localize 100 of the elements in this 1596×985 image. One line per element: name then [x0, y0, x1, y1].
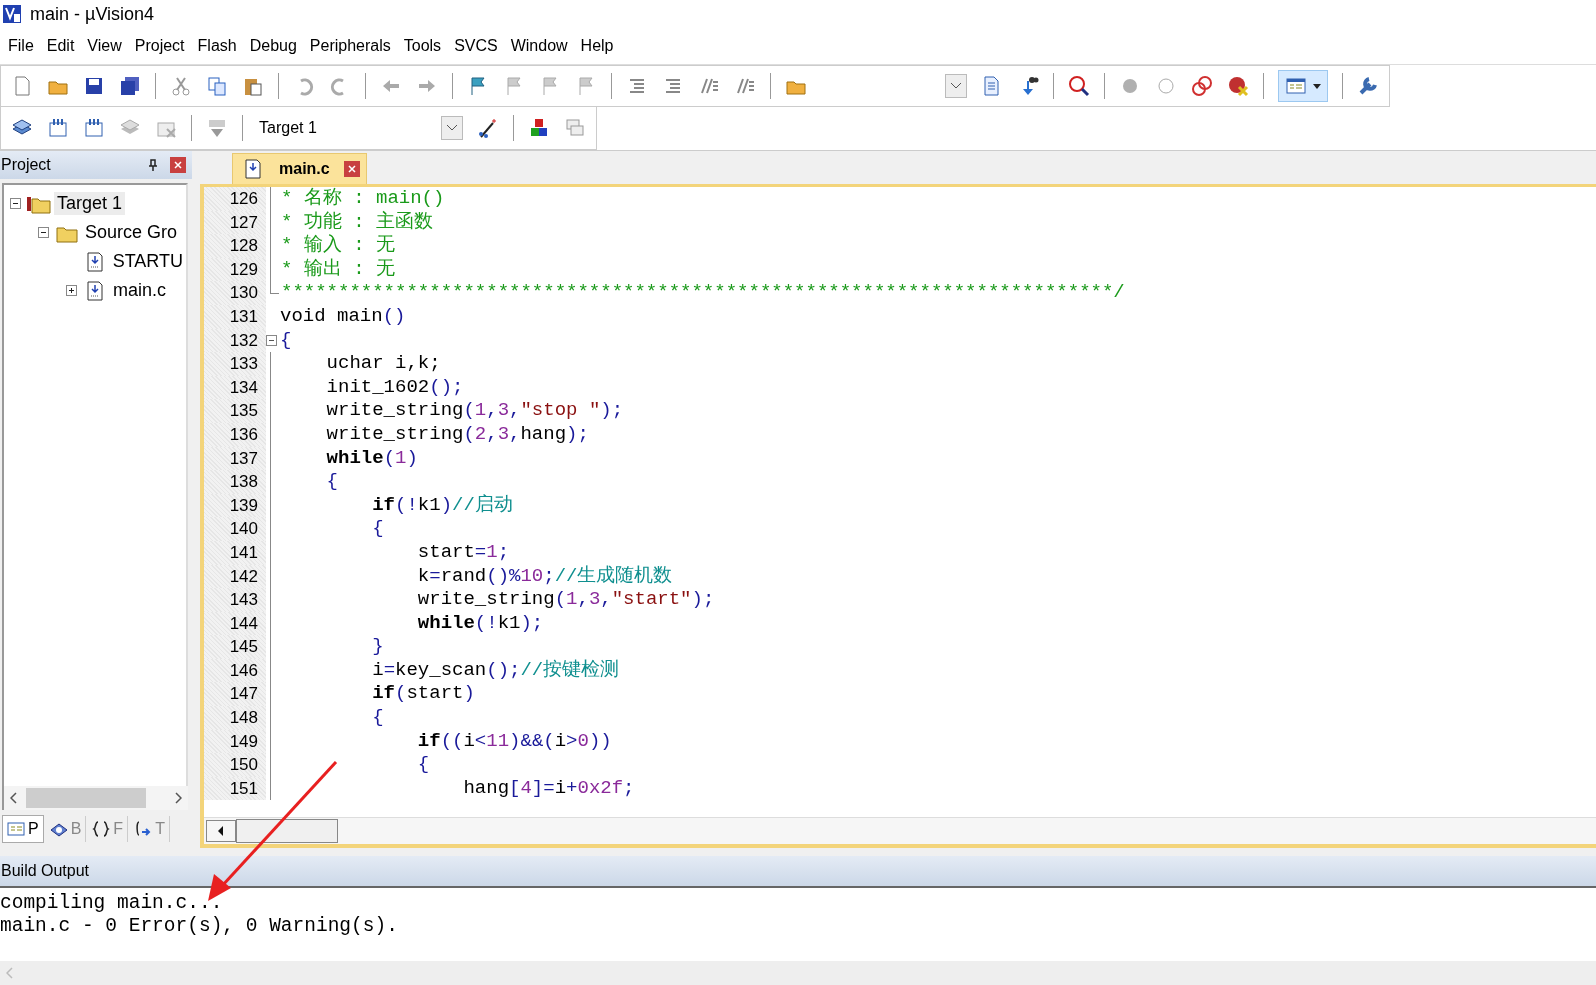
line-number: 138	[204, 470, 266, 494]
code-line: *************************************************************************/	[280, 281, 1125, 305]
code-line: * 功能 : 主函数	[280, 210, 433, 234]
menu-item[interactable]: Peripherals	[307, 37, 402, 55]
project-icon	[7, 821, 25, 837]
code-line: while(!k1);	[416, 611, 544, 636]
tree-item[interactable]: main.c	[110, 279, 169, 302]
code-line: * 输入 : 无	[280, 234, 395, 258]
line-number: 137	[204, 446, 266, 471]
line-number: 140	[204, 517, 266, 541]
line-number: 130	[204, 281, 266, 305]
code-line: {	[416, 753, 430, 777]
output-line: main.c - 0 Error(s), 0 Warning(s).	[0, 915, 399, 938]
save-icon[interactable]	[83, 75, 105, 97]
line-number: 148	[204, 706, 266, 730]
close-icon[interactable]	[343, 161, 360, 177]
code-line: write_string(1,3,"start");	[416, 588, 715, 612]
line-number: 142	[204, 564, 266, 589]
line-number: 144	[204, 611, 266, 636]
code-line: while(1)	[325, 446, 418, 471]
panel-title: Project	[1, 156, 51, 174]
save-all-icon[interactable]	[119, 75, 141, 97]
braces-icon	[92, 821, 111, 837]
chevron-down-icon	[446, 124, 458, 132]
line-number: 139	[204, 493, 266, 518]
tree-item[interactable]: Source Gro	[82, 221, 181, 244]
editor-tab[interactable]: main.c	[232, 153, 367, 184]
scroll-left-icon[interactable]	[206, 820, 236, 842]
scrollbar-thumb[interactable]	[236, 819, 338, 843]
tree-item[interactable]: STARTU	[109, 250, 186, 273]
code-line: if(start)	[371, 682, 475, 707]
code-line: if(!k1)//启动	[371, 493, 513, 518]
line-number: 132	[204, 328, 266, 353]
window-title: main - µVision4	[30, 3, 155, 25]
code-line: hang[4]=i+0x2f;	[462, 776, 635, 801]
line-number: 143	[204, 588, 266, 612]
expander-icon[interactable]	[10, 198, 21, 209]
line-number: 126	[204, 187, 266, 211]
code-line: {	[371, 517, 384, 541]
line-number: 133	[204, 352, 266, 376]
line-number: 150	[204, 753, 266, 777]
pin-icon[interactable]	[148, 159, 158, 171]
line-number: 131	[204, 304, 266, 329]
menu-item[interactable]: File	[6, 37, 45, 55]
menu-item[interactable]: Tools	[401, 37, 453, 55]
close-icon[interactable]	[170, 157, 186, 173]
expander-icon[interactable]	[66, 285, 77, 296]
menu-item[interactable]: Project	[132, 37, 196, 55]
panel-title: Build Output	[1, 862, 90, 880]
code-line: {	[279, 328, 292, 353]
code-line: * 名称 : main()	[280, 187, 445, 211]
caret-icon	[1313, 83, 1321, 89]
target-select[interactable]: Target 1	[257, 116, 463, 140]
scroll-right-icon[interactable]	[174, 792, 182, 804]
code-line: write_string(2,3,hang);	[325, 422, 589, 447]
blocks-icon[interactable]	[528, 117, 550, 139]
code-line: {	[371, 706, 384, 730]
menu-item[interactable]: Help	[578, 37, 625, 55]
code-line: init_1602();	[325, 375, 464, 400]
line-number: 151	[204, 776, 266, 801]
window-layout-button[interactable]	[1278, 70, 1328, 102]
line-number: 141	[204, 540, 266, 565]
menu-item[interactable]: SVCS	[452, 37, 509, 55]
output-line: compiling main.c...	[0, 892, 224, 915]
code-line: if((i<11)&&(i>0))	[416, 729, 612, 754]
menu-item[interactable]: View	[85, 37, 133, 55]
menu-item[interactable]: Edit	[44, 37, 86, 55]
code-line: void main()	[279, 304, 406, 329]
line-number: 135	[204, 399, 266, 423]
code-line: i=key_scan();//按键检测	[371, 658, 620, 683]
scroll-left-icon[interactable]	[10, 792, 18, 804]
line-number: 147	[204, 682, 266, 707]
menu-item[interactable]: Debug	[247, 37, 308, 55]
panel-tab[interactable]: P	[2, 815, 44, 843]
fold-collapse-icon[interactable]	[266, 334, 277, 346]
code-line: write_string(1,3,"stop ");	[325, 399, 624, 423]
line-number: 134	[204, 375, 266, 400]
code-line: start=1;	[416, 540, 510, 565]
menu-item[interactable]: Window	[508, 37, 579, 55]
line-number: 128	[204, 234, 266, 258]
line-number: 149	[204, 729, 266, 754]
line-number: 145	[204, 635, 266, 659]
code-line: }	[371, 635, 384, 659]
magic-wand-icon[interactable]	[477, 117, 499, 139]
window-layout-icon	[1285, 75, 1307, 97]
menu-item[interactable]: Flash	[195, 37, 248, 55]
cut-icon[interactable]	[170, 75, 192, 97]
line-number: 127	[204, 210, 266, 235]
code-line: uchar i,k;	[325, 352, 441, 376]
chevron-down-icon	[950, 82, 962, 90]
copy-icon[interactable]	[206, 75, 228, 97]
code-line: k=rand()%10;//生成随机数	[416, 564, 673, 589]
tree-item[interactable]: Target 1	[54, 192, 126, 215]
code-line: * 输出 : 无	[280, 257, 395, 282]
line-number: 129	[204, 257, 266, 282]
wrench-icon[interactable]	[1357, 75, 1379, 97]
scrollbar-thumb[interactable]	[26, 788, 146, 808]
windows-icon[interactable]	[564, 117, 586, 139]
line-number: 136	[204, 422, 266, 447]
expander-icon[interactable]	[38, 227, 49, 238]
